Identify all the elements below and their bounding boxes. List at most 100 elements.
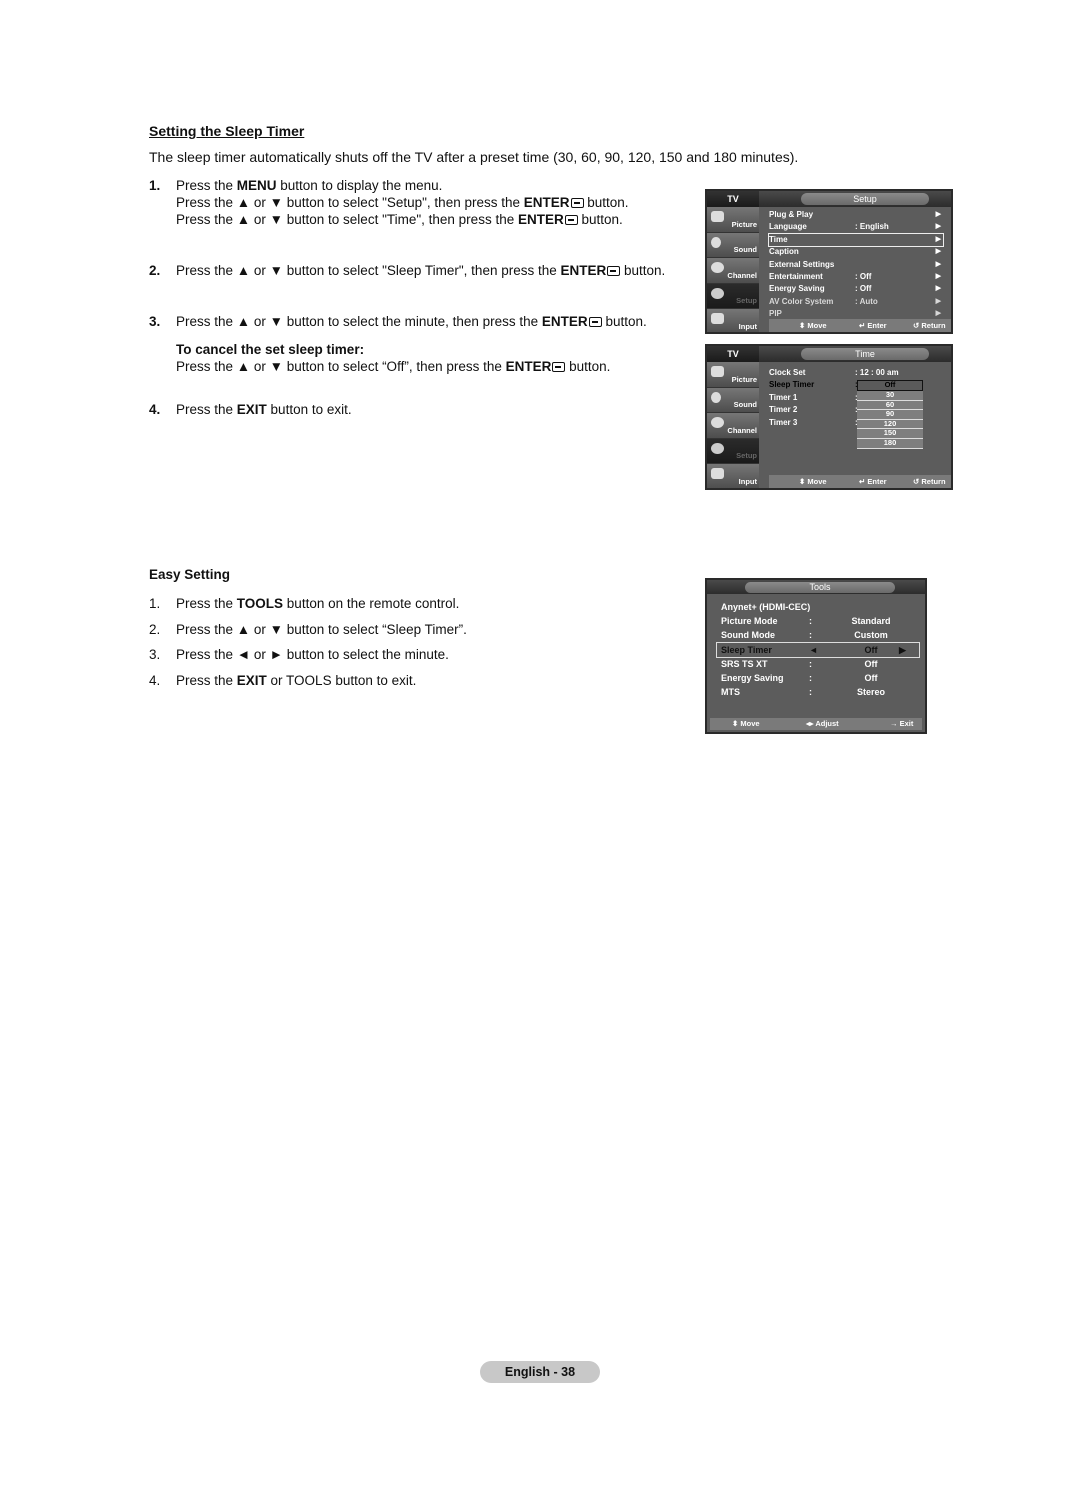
sidebar-item-sound[interactable]: Sound xyxy=(707,232,759,259)
menu-label: Picture Mode xyxy=(721,616,778,626)
step-1: 1. Press the MENU button to display the m… xyxy=(149,177,629,228)
osd-setup-menu: TV Setup Picture Sound Channel Setup Inp… xyxy=(705,189,953,334)
menu-label: Timer 3 xyxy=(769,417,798,427)
sound-icon xyxy=(711,391,721,403)
menu-label: Entertainment xyxy=(769,271,823,281)
dropdown-option[interactable]: 180 xyxy=(857,438,923,449)
menu-item-clock-set[interactable]: Clock Set: 12 : 00 am xyxy=(769,367,943,379)
arrow-right-icon: ▶ xyxy=(935,272,941,280)
menu-label: Anynet+ (HDMI-CEC) xyxy=(721,602,811,612)
sidebar-label: Channel xyxy=(727,270,757,280)
adjust-hint: ◂▸ Adjust xyxy=(806,719,839,728)
sidebar-label: Picture xyxy=(731,374,757,384)
channel-icon xyxy=(711,262,724,274)
menu-value: Off xyxy=(864,673,878,683)
step-text: button. xyxy=(565,359,611,374)
key-name: EXIT xyxy=(236,672,267,688)
step-text: Press the ▲ or ▼ button to select "Setup… xyxy=(176,195,524,210)
tools-item-anynet[interactable]: Anynet+ (HDMI-CEC) xyxy=(721,600,919,614)
sidebar-label: Picture xyxy=(731,219,757,229)
return-hint: ↺ Return xyxy=(913,477,946,486)
step-number: 2. xyxy=(149,263,161,278)
sidebar-label: Setup xyxy=(736,296,757,306)
separator: : xyxy=(809,630,812,640)
menu-value: Stereo xyxy=(856,687,885,697)
menu-value: Custom xyxy=(854,630,888,640)
input-icon xyxy=(711,313,724,325)
sound-icon xyxy=(711,236,721,248)
gear-icon xyxy=(711,287,724,299)
menu-item-entertainment[interactable]: Entertainment: Off ▶ xyxy=(769,271,943,283)
arrow-right-icon[interactable]: ▶ xyxy=(899,643,906,657)
arrow-right-icon: ▶ xyxy=(935,211,941,218)
exit-hint: → Exit xyxy=(890,719,914,728)
enter-hint: ↵ Enter xyxy=(859,477,887,486)
osd-tools-menu: Tools Anynet+ (HDMI-CEC) Picture Mode: St… xyxy=(705,578,927,734)
picture-icon xyxy=(711,366,724,377)
sidebar-label: Channel xyxy=(727,425,757,435)
menu-value: : Auto xyxy=(855,296,878,306)
step-4: 4. Press the EXIT button to exit. xyxy=(149,401,352,418)
sidebar-label: Input xyxy=(738,476,757,486)
menu-item-external-settings[interactable]: External Settings ▶ xyxy=(769,259,943,271)
step-text: Press the ◄ or ► button to select the mi… xyxy=(176,647,449,662)
osd-header: Time xyxy=(759,346,951,362)
gear-icon xyxy=(711,442,724,454)
key-name: EXIT xyxy=(236,402,267,417)
sidebar-label: Sound xyxy=(733,400,757,410)
menu-value: Standard xyxy=(851,616,891,626)
osd-title: Tools xyxy=(745,582,895,593)
menu-item-time[interactable]: Time ▶ xyxy=(768,232,944,248)
tools-item-srs-ts-xt[interactable]: SRS TS XT: Off xyxy=(721,657,919,671)
sidebar-item-picture[interactable]: Picture xyxy=(707,362,759,388)
tools-item-energy-saving[interactable]: Energy Saving: Off xyxy=(721,671,919,685)
menu-label: Clock Set xyxy=(769,368,806,377)
tv-tab: TV xyxy=(707,191,759,207)
easy-step: 2. Press the ▲ or ▼ button to select “Sle… xyxy=(149,617,467,643)
arrow-left-icon[interactable]: ◄ xyxy=(809,643,818,657)
osd-sidebar: Picture Sound Channel Setup Input xyxy=(707,207,759,332)
tools-item-sleep-timer[interactable]: Sleep Timer ◄ Off ▶ xyxy=(716,642,920,658)
step-text: button to exit. xyxy=(266,402,352,417)
easy-step: 3. Press the ◄ or ► button to select the … xyxy=(149,642,467,668)
osd-title: Setup xyxy=(801,193,929,205)
step-text: Press the ▲ or ▼ button to select “Sleep… xyxy=(176,621,467,637)
sidebar-item-input[interactable]: Input xyxy=(707,464,759,488)
sidebar-item-picture[interactable]: Picture xyxy=(707,207,759,233)
sidebar-item-setup[interactable]: Setup xyxy=(707,438,759,465)
sidebar-label: Sound xyxy=(733,245,757,255)
sidebar-item-channel[interactable]: Channel xyxy=(707,413,759,439)
step-number: 3. xyxy=(149,314,161,329)
menu-item-energy-saving[interactable]: Energy Saving: Off ▶ xyxy=(769,283,943,295)
sleep-timer-dropdown[interactable]: Off 30 60 90 120 150 180 xyxy=(857,380,923,449)
step-text: button. xyxy=(620,263,666,278)
sidebar-item-input[interactable]: Input xyxy=(707,309,759,332)
menu-label: PIP xyxy=(769,309,782,319)
osd-header: Tools xyxy=(707,580,925,594)
tools-item-picture-mode[interactable]: Picture Mode: Standard xyxy=(721,614,919,628)
osd-header: Setup xyxy=(759,191,951,207)
step-number: 1. xyxy=(149,596,161,611)
menu-value: Off xyxy=(864,645,878,655)
easy-setting-heading: Easy Setting xyxy=(149,567,231,582)
osd-footer: ⬍ Move ◂▸ Adjust → Exit xyxy=(710,718,922,730)
menu-item-av-color-system[interactable]: AV Color System: Auto ▶ xyxy=(769,296,943,308)
move-hint: ⬍ Move xyxy=(799,477,827,486)
sidebar-item-channel[interactable]: Channel xyxy=(707,258,759,284)
step-text: Press the ▲ or ▼ button to select the mi… xyxy=(176,314,542,329)
enter-hint: ↵ Enter xyxy=(859,321,887,330)
menu-item-plug-play[interactable]: Plug & Play ▶ xyxy=(769,209,943,221)
separator: : xyxy=(809,659,812,669)
menu-item-language[interactable]: Language: English ▶ xyxy=(769,221,943,233)
menu-label: Sleep Timer xyxy=(721,645,772,655)
key-name: ENTER xyxy=(541,314,588,329)
menu-item-caption[interactable]: Caption ▶ xyxy=(769,246,943,258)
sidebar-item-setup[interactable]: Setup xyxy=(707,283,759,310)
sidebar-item-sound[interactable]: Sound xyxy=(707,387,759,414)
step-number: 4. xyxy=(149,402,161,417)
tv-tab: TV xyxy=(707,346,759,362)
step-number: 3. xyxy=(149,647,161,662)
tools-item-mts[interactable]: MTS: Stereo xyxy=(721,685,919,699)
tools-item-sound-mode[interactable]: Sound Mode: Custom xyxy=(721,628,919,642)
menu-label: AV Color System xyxy=(769,296,834,306)
